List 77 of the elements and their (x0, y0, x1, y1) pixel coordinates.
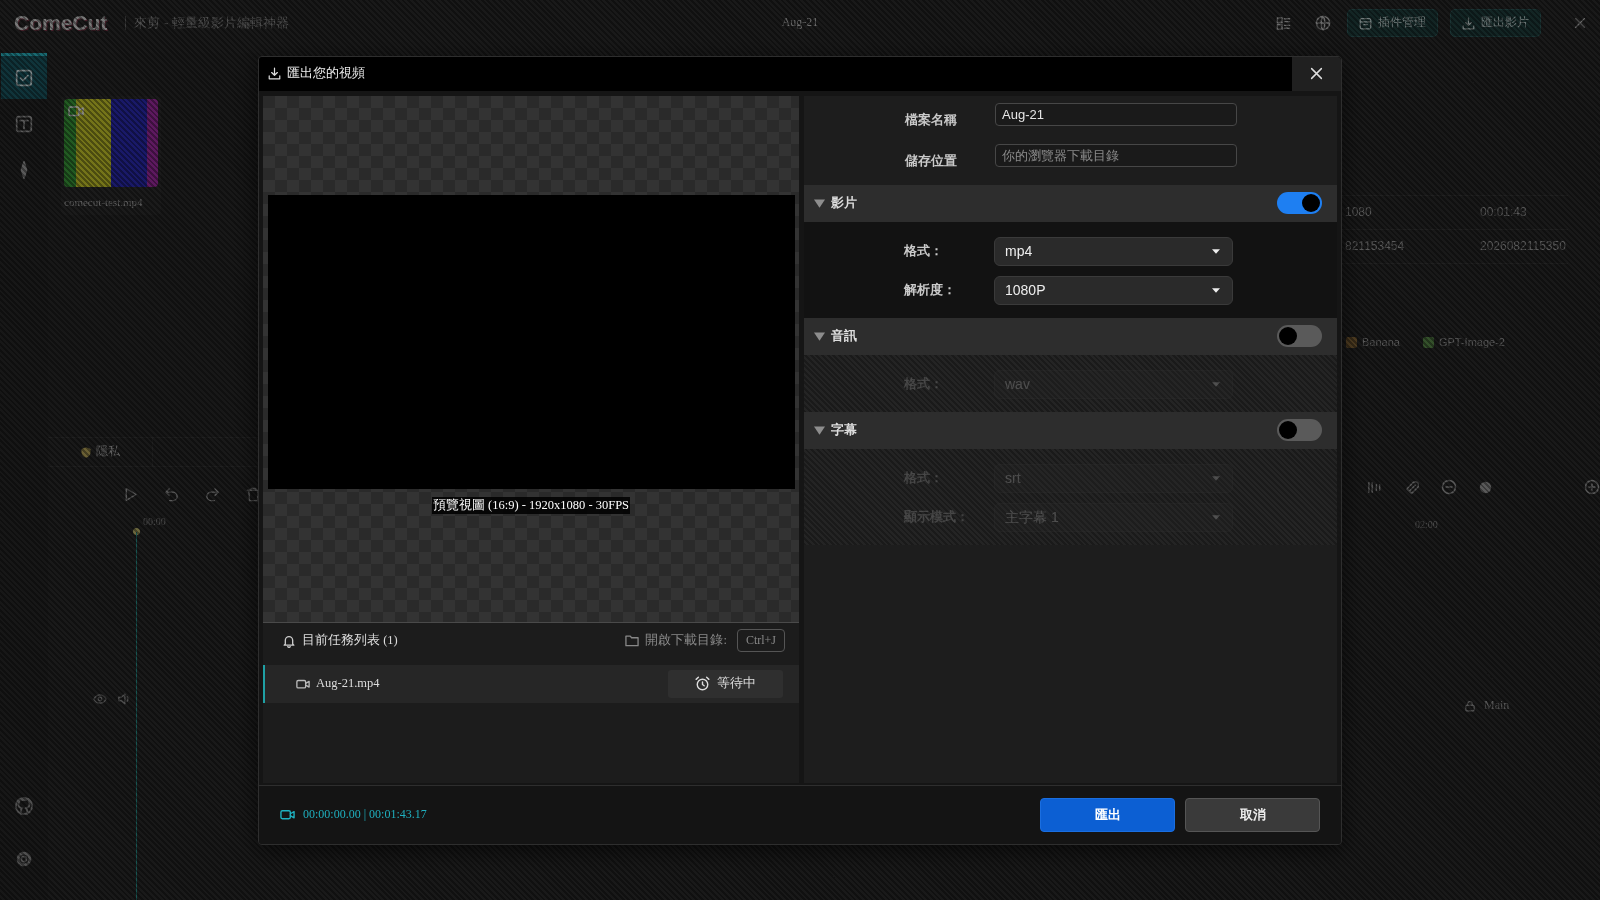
model-icon (1346, 336, 1357, 348)
export-button[interactable]: 匯出 (1040, 797, 1175, 832)
section-header[interactable]: 影片 (804, 184, 1337, 222)
list-view-icon[interactable] (1276, 15, 1291, 31)
speaker-icon[interactable] (117, 692, 131, 706)
dialog-title: 匯出您的視頻 (287, 65, 365, 82)
play-icon[interactable] (123, 486, 138, 502)
box-icon (1359, 16, 1372, 30)
status-text: 等待中 (717, 675, 756, 692)
property-value: 1080 (1345, 204, 1373, 221)
save-location-field[interactable]: 你的瀏覽器下載目錄 (995, 144, 1237, 168)
file-name-field[interactable]: Aug-21 (995, 102, 1237, 126)
shield-icon (80, 445, 92, 459)
model-icon (1422, 336, 1434, 348)
time-range: 00:00:00.00 | 00:01:43.17 (303, 806, 427, 823)
dropdown-caret-icon (1212, 287, 1220, 293)
globe-icon[interactable] (1315, 15, 1331, 31)
ring-logo-icon[interactable] (14, 796, 34, 816)
text-icon (15, 114, 33, 133)
project-name: Aug-21 (781, 15, 819, 31)
settings-icon[interactable] (15, 850, 33, 868)
plugin-manager-button[interactable]: 插件管理 (1347, 9, 1438, 37)
property-value: 00:01:43 (1480, 204, 1527, 221)
trash-icon[interactable] (246, 486, 261, 502)
bell-icon (282, 633, 296, 648)
dropdown-caret-icon (1212, 248, 1220, 254)
preview-caption: 預覽視圖 (16:9) - 1920x1080 - 30FPS (431, 497, 631, 514)
field-label: 儲存位置 (905, 152, 958, 171)
shortcut-key: Ctrl+J (736, 628, 785, 653)
close-icon (1310, 67, 1323, 80)
media-tab[interactable] (1, 53, 47, 99)
alarm-clock-icon (695, 676, 710, 691)
property-value: 821153454 (1345, 238, 1406, 255)
section-header[interactable]: 音訊 (804, 317, 1337, 355)
task-list-title: 目前任務列表 (1) (302, 632, 398, 649)
undo-icon[interactable] (164, 486, 179, 502)
dropdown-caret-icon (1212, 475, 1220, 481)
zoom-out-icon[interactable] (1441, 479, 1457, 496)
field-label: 檔案名稱 (905, 110, 958, 129)
option-label: 解析度： (904, 281, 957, 299)
cancel-button[interactable]: 取消 (1185, 797, 1320, 832)
app-logo: ComeCut (14, 10, 108, 37)
eye-icon[interactable] (93, 692, 107, 706)
section-header[interactable]: 字幕 (804, 411, 1337, 449)
bars-icon[interactable] (1367, 479, 1382, 495)
task-row[interactable]: Aug-21.mp4 等待中 (263, 664, 799, 703)
option-label: 格式： (904, 242, 944, 260)
lock-icon (1464, 699, 1476, 712)
media-icon (15, 68, 33, 87)
dropdown-caret-icon (1212, 514, 1220, 520)
playhead[interactable] (134, 528, 139, 900)
download-icon (1462, 16, 1475, 30)
close-icon[interactable] (1574, 17, 1586, 29)
dropdown-caret-icon (1212, 381, 1220, 387)
track-name: Main (1484, 697, 1510, 714)
open-folder-link[interactable]: 開啟下載目錄: (645, 632, 727, 649)
dropdown-select[interactable]: mp4 (994, 236, 1233, 266)
redo-icon[interactable] (205, 486, 220, 502)
media-file-name: comecut-test.mp4 (64, 195, 144, 210)
privacy-label: 隱私 (96, 444, 120, 460)
section-title: 音訊 (831, 327, 857, 345)
toggle-switch[interactable] (1277, 192, 1322, 214)
close-button[interactable] (1292, 56, 1341, 91)
section-title: 字幕 (831, 421, 857, 439)
section-title: 影片 (831, 194, 857, 212)
property-value: 2026082115350 (1480, 238, 1566, 255)
slider-dot-icon[interactable] (1479, 480, 1492, 494)
video-camera-icon (280, 807, 295, 822)
magnet-icon[interactable] (1404, 479, 1419, 495)
toggle-switch[interactable] (1277, 325, 1322, 347)
zoom-in-icon[interactable] (1584, 479, 1600, 496)
download-icon (268, 67, 281, 80)
dropdown-select[interactable]: 1080P (994, 275, 1233, 305)
folder-icon[interactable] (625, 634, 640, 647)
task-file-name: Aug-21.mp4 (316, 675, 380, 692)
toggle-switch[interactable] (1277, 419, 1322, 441)
video-camera-icon (68, 103, 84, 119)
